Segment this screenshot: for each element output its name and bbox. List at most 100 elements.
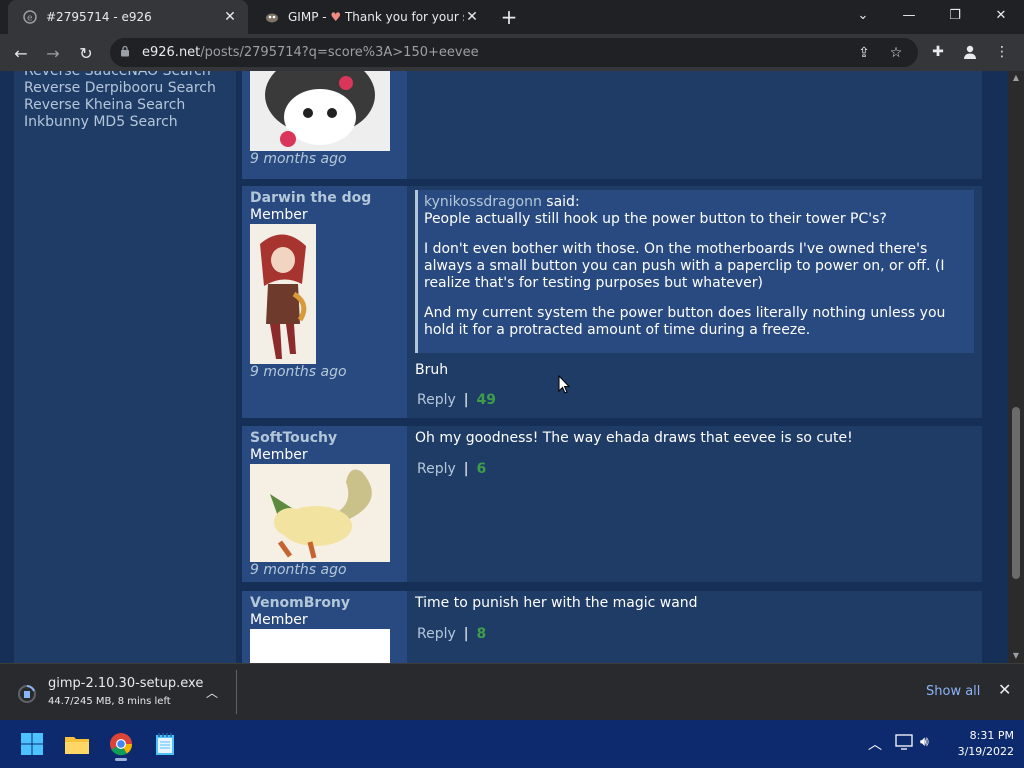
forward-icon[interactable]: →	[40, 40, 66, 66]
scroll-up-icon[interactable]: ▲	[1008, 71, 1024, 85]
comment-time[interactable]: 9 months ago	[250, 562, 399, 579]
minimize-icon[interactable]: —	[886, 0, 932, 30]
windows-start-icon[interactable]	[14, 726, 50, 762]
download-bar: gimp-2.10.30-setup.exe 44.7/245 MB, 8 mi…	[0, 663, 1024, 720]
separator: |	[463, 392, 469, 408]
clock-time: 8:31 PM	[969, 729, 1014, 742]
svg-text:e: e	[27, 14, 33, 24]
close-tab-icon[interactable]: ✕	[464, 9, 480, 25]
mouse-cursor-icon	[558, 374, 571, 399]
file-icon	[18, 684, 36, 704]
tab-title-prefix: GIMP -	[288, 10, 331, 24]
system-clock[interactable]: 8:31 PM 3/19/2022	[958, 728, 1014, 760]
comment-time[interactable]: 9 months ago	[250, 151, 399, 168]
show-all-button[interactable]: Show all	[926, 684, 980, 699]
reverse-saucenao-link[interactable]: Reverse SauceNAO Search	[14, 71, 236, 80]
tab-title: #2795714 - e926	[46, 10, 152, 24]
extensions-icon[interactable]: ✚	[928, 42, 948, 62]
divider	[236, 670, 237, 714]
profile-icon[interactable]	[960, 42, 980, 62]
menu-icon[interactable]: ⋮	[992, 42, 1012, 62]
author-name[interactable]: VenomBrony	[250, 595, 399, 612]
reply-link[interactable]: Reply	[417, 461, 456, 477]
comment-text: Oh my goodness! The way ehada draws that…	[415, 430, 853, 446]
comment-author-panel: 9 months ago	[242, 71, 407, 179]
scroll-down-icon[interactable]: ▼	[1008, 649, 1024, 663]
avatar[interactable]	[250, 629, 390, 663]
close-tab-icon[interactable]: ✕	[222, 9, 238, 25]
tab-strip: e #2795714 - e926 ✕ GIMP - ♥ Thank you f…	[0, 0, 1024, 34]
tab-gimp[interactable]: GIMP - ♥ Thank you for your su ✕	[250, 0, 490, 34]
reload-icon[interactable]: ↻	[73, 40, 99, 66]
author-role: Member	[250, 447, 308, 463]
new-tab-plus-icon[interactable]: +	[498, 6, 520, 28]
download-status: 44.7/245 MB, 8 mins left	[48, 696, 171, 707]
reply-link[interactable]: Reply	[417, 392, 456, 408]
quoted-author-link[interactable]: kynikossdragonn	[424, 194, 542, 210]
said-label: said:	[546, 194, 580, 210]
tab-e926[interactable]: e #2795714 - e926 ✕	[8, 0, 248, 34]
author-name[interactable]: SoftTouchy	[250, 430, 399, 447]
download-filename: gimp-2.10.30-setup.exe	[48, 676, 204, 691]
volume-icon[interactable]: 🔊︎	[920, 734, 929, 750]
quote-paragraph: And my current system the power button d…	[424, 305, 946, 338]
inkbunny-md5-link[interactable]: Inkbunny MD5 Search	[14, 114, 236, 131]
back-icon[interactable]: ←	[8, 40, 34, 66]
comment-body: Time to punish her with the magic wand R…	[415, 591, 974, 643]
avatar[interactable]	[250, 464, 390, 562]
close-icon[interactable]: ✕	[998, 680, 1011, 699]
chrome-icon[interactable]	[103, 726, 139, 762]
address-bar[interactable]: e926.net/posts/2795714?q=score%3A>150+ee…	[110, 38, 918, 67]
chevron-up-icon[interactable]: ︿	[206, 684, 218, 701]
comment-text: Time to punish her with the magic wand	[415, 595, 698, 611]
avatar[interactable]	[250, 224, 316, 364]
avatar[interactable]	[250, 71, 390, 151]
comment: 9 months ago	[242, 71, 982, 179]
heart-icon: ♥	[330, 10, 345, 24]
download-item[interactable]: gimp-2.10.30-setup.exe 44.7/245 MB, 8 mi…	[10, 674, 230, 714]
author-name[interactable]: Darwin the dog	[250, 190, 399, 207]
notepad-icon[interactable]	[147, 726, 183, 762]
reply-link[interactable]: Reply	[417, 626, 456, 642]
reverse-kheina-link[interactable]: Reverse Kheina Search	[14, 97, 236, 114]
comment-time[interactable]: 9 months ago	[250, 364, 399, 381]
chevron-up-icon[interactable]: ︿	[868, 734, 882, 754]
quote-paragraph: I don't even bother with those. On the m…	[424, 241, 945, 291]
comment-author-panel: Darwin the dog Member 9 months ago	[242, 186, 407, 418]
score-link[interactable]: 49	[477, 392, 496, 408]
sidebar: Reverse SauceNAO Search Reverse Derpiboo…	[14, 71, 236, 663]
taskbar: ︿ 🔊︎ 8:31 PM 3/19/2022	[0, 720, 1024, 768]
comment-text: Bruh	[415, 362, 449, 378]
restore-icon[interactable]: ❐	[932, 0, 978, 30]
comment-actions: Reply | 6	[415, 461, 974, 478]
score-link[interactable]: 8	[477, 626, 487, 642]
lock-icon	[120, 45, 134, 60]
score-link[interactable]: 6	[477, 461, 487, 477]
clock-date: 3/19/2022	[957, 745, 1014, 758]
share-icon[interactable]: ⇪	[854, 43, 874, 63]
url-path: /posts/2795714?q=score%3A>150+eevee	[200, 45, 479, 60]
separator: |	[463, 626, 469, 642]
comment: SoftTouchy Member 9 months ago Oh my goo…	[242, 426, 982, 582]
comment-author-panel: VenomBrony Member	[242, 591, 407, 663]
tab-title-rest: Thank you for your su	[344, 10, 464, 24]
quote-paragraph: People actually still hook up the power …	[424, 211, 887, 227]
star-icon[interactable]: ☆	[886, 43, 906, 63]
reverse-derpibooru-link[interactable]: Reverse Derpibooru Search	[14, 80, 236, 97]
network-icon[interactable]	[895, 734, 913, 754]
page-content: Reverse SauceNAO Search Reverse Derpiboo…	[0, 71, 1008, 663]
blockquote: kynikossdragonn said: People actually st…	[415, 190, 974, 353]
tab-search-chevron-icon[interactable]: ⌄	[840, 0, 886, 30]
scrollbar-thumb[interactable]	[1012, 407, 1020, 579]
gimp-favicon-icon	[264, 9, 280, 25]
page-scrollbar[interactable]: ▲ ▼	[1008, 71, 1024, 663]
url-text[interactable]: e926.net/posts/2795714?q=score%3A>150+ee…	[142, 45, 479, 60]
comment-actions: Reply | 49	[415, 392, 974, 409]
url-host: e926.net	[142, 45, 201, 60]
e926-favicon-icon: e	[22, 9, 38, 25]
file-explorer-icon[interactable]	[59, 726, 95, 762]
window-close-icon[interactable]: ✕	[978, 0, 1024, 30]
comment: VenomBrony Member Time to punish her wit…	[242, 591, 982, 663]
comment-author-panel: SoftTouchy Member 9 months ago	[242, 426, 407, 582]
separator: |	[463, 461, 469, 477]
